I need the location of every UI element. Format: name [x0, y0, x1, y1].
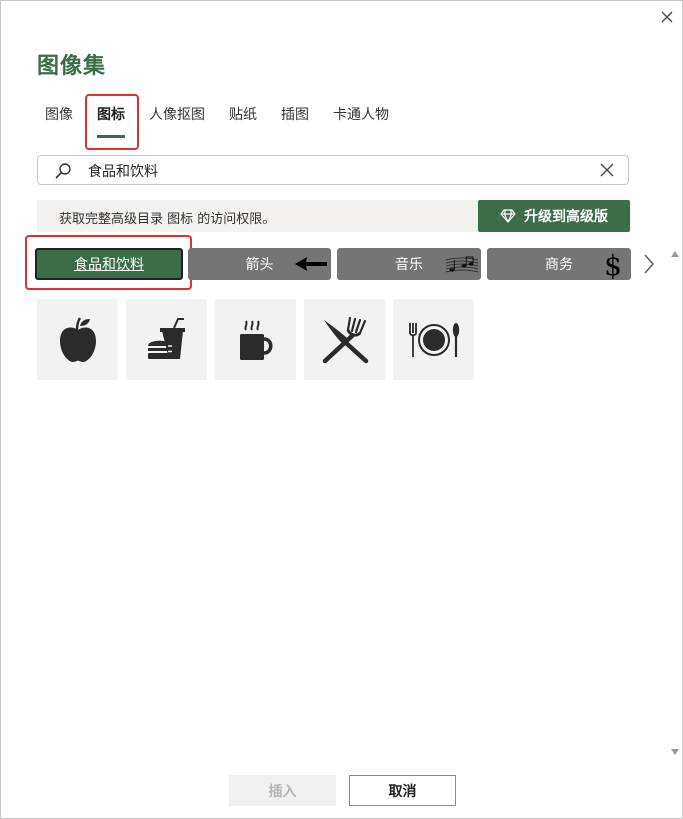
- category-label: 箭头: [245, 257, 274, 273]
- category-food-drink[interactable]: 食品和饮料: [35, 248, 183, 280]
- category-label: 食品和饮料: [74, 257, 144, 273]
- dollar-sign-icon: $: [604, 249, 622, 279]
- icon-tile-plate[interactable]: [393, 299, 474, 380]
- tab-cutout-people[interactable]: 人像抠图: [149, 105, 205, 137]
- search-icon: [55, 163, 71, 179]
- category-label: 商务: [545, 257, 573, 273]
- insert-button[interactable]: 插入: [229, 775, 336, 806]
- icon-tile-apple[interactable]: [37, 299, 118, 380]
- dialog-title: 图像集: [37, 54, 107, 79]
- arrow-left-icon: [295, 257, 327, 271]
- tab-stickers[interactable]: 贴纸: [229, 105, 257, 137]
- fork-knife-crossed-icon: [322, 316, 368, 363]
- active-tab-underline: [97, 135, 125, 138]
- upgrade-button-label: 升级到高级版: [524, 208, 608, 224]
- clear-search-icon[interactable]: [600, 163, 614, 177]
- cancel-button[interactable]: 取消: [349, 775, 456, 806]
- svg-text:$: $: [604, 249, 622, 279]
- close-icon: [661, 11, 673, 23]
- icon-tile-fork-knife[interactable]: [304, 299, 385, 380]
- category-arrows[interactable]: 箭头: [188, 248, 331, 280]
- category-label: 音乐: [395, 257, 423, 273]
- premium-banner-text: 获取完整高级目录 图标 的访问权限。: [59, 212, 276, 227]
- scroll-up-arrow[interactable]: [671, 251, 679, 257]
- tab-icons[interactable]: 图标: [97, 105, 125, 137]
- category-business[interactable]: 商务 $: [487, 248, 631, 280]
- category-music[interactable]: 音乐: [337, 248, 481, 280]
- apple-icon: [59, 316, 96, 362]
- fast-food-icon: [147, 317, 185, 359]
- tab-images[interactable]: 图像: [45, 105, 73, 137]
- image-collection-dialog: 图像集 图像 图标 人像抠图 贴纸 插图 卡通人物 获取完整高级目录 图标 的访…: [0, 0, 683, 819]
- icon-tile-fast-food[interactable]: [126, 299, 207, 380]
- search-input[interactable]: [86, 160, 590, 182]
- upgrade-button[interactable]: 升级到高级版: [478, 200, 630, 232]
- scroll-down-arrow[interactable]: [671, 749, 679, 755]
- diamond-icon: [500, 209, 516, 223]
- chevron-right-icon[interactable]: [643, 253, 655, 275]
- plate-dining-icon: [408, 322, 459, 357]
- tab-illustrations[interactable]: 插图: [281, 105, 309, 137]
- coffee-cup-icon: [239, 320, 272, 360]
- music-notes-icon: [445, 256, 479, 273]
- icon-tile-coffee[interactable]: [215, 299, 296, 380]
- search-box: [37, 155, 629, 185]
- close-button[interactable]: [656, 6, 678, 28]
- tab-cartoon-people[interactable]: 卡通人物: [333, 105, 389, 137]
